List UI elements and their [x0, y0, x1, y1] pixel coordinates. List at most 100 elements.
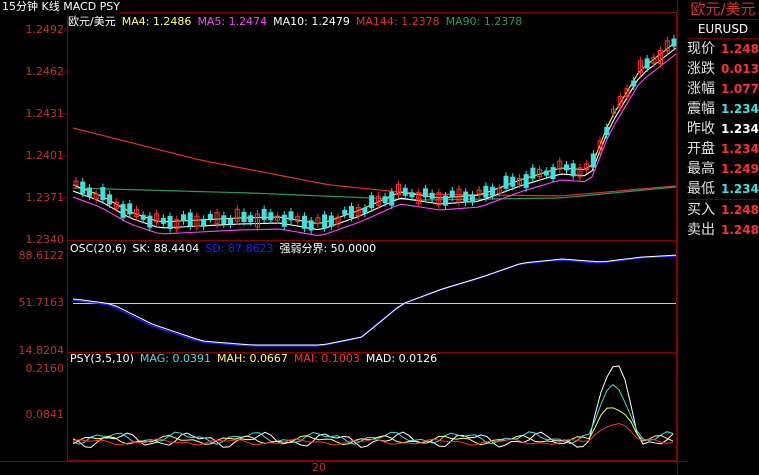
- ma10-line: [72, 47, 677, 231]
- candle-body: [221, 215, 227, 225]
- candle-body: [483, 185, 489, 198]
- candle-body: [100, 187, 106, 201]
- main-y-tick: 1.2492: [25, 23, 65, 36]
- main-ma90: MA90: 1.2378: [445, 15, 523, 28]
- quote-label: 昨收: [687, 121, 715, 137]
- osc-sd: SD: 87.8623: [205, 242, 274, 255]
- quote-row: 最高 1.2498: [687, 159, 759, 179]
- candle-body: [322, 214, 328, 229]
- osc-legend: OSC(20,6) SK: 88.4404 SD: 87.8623 强弱分界: 50.…: [70, 240, 382, 256]
- quote-panel: 欧元/美元 EURUSD 现价 1.2486 涨跌 0.0136 涨幅 1.0772% 震幅…: [687, 0, 759, 475]
- psy-line: [72, 365, 674, 448]
- candle-body: [342, 209, 348, 215]
- candle-body: [490, 186, 496, 196]
- osc-ref: 强弱分界: 50.0000: [279, 242, 377, 255]
- candle-body: [604, 126, 610, 135]
- candle-body: [382, 196, 388, 204]
- main-ma5: MA5: 1.2474: [197, 15, 268, 28]
- osc-y-tick: 88.6122: [18, 249, 65, 262]
- sk-line: [72, 254, 677, 346]
- candle-body: [348, 205, 354, 218]
- main-y-tick: 1.2371: [25, 191, 65, 204]
- candle-body: [187, 212, 193, 227]
- quote-value: 1.2349: [721, 142, 759, 156]
- main-name: 欧元/美元: [68, 15, 116, 28]
- quote-row: 买入 1.2486: [687, 199, 759, 220]
- osc-y-tick: 14.8204: [18, 344, 65, 357]
- candle-body: [429, 192, 435, 199]
- psy-mad: MAD: 0.0126: [365, 352, 438, 365]
- candle-body: [120, 204, 126, 219]
- quote-value: 1.2345%: [721, 102, 759, 116]
- main-y-tick: 1.2340: [25, 233, 65, 246]
- chart-area[interactable]: [0, 0, 687, 475]
- candle-body: [268, 212, 274, 221]
- candle-body: [167, 215, 173, 229]
- quote-row: 涨跌 0.0136: [687, 59, 759, 79]
- chart-title: 15分钟 K线 MACD PSY: [0, 0, 121, 14]
- osc-osc: OSC(20,6): [70, 242, 127, 255]
- candle-body: [369, 195, 375, 209]
- candle-body: [160, 217, 166, 224]
- candle-body: [147, 215, 153, 228]
- candle-body: [530, 167, 536, 179]
- quote-label: 震幅: [687, 101, 715, 117]
- candle-body: [523, 174, 529, 189]
- psy-y-tick: 0.2160: [25, 362, 65, 375]
- quote-title: 欧元/美元: [687, 0, 759, 20]
- candle-body: [140, 214, 146, 220]
- candle-body: [550, 167, 556, 180]
- quote-row: 卖出 1.2488: [687, 220, 759, 240]
- psy-psy: PSY(3,5,10): [70, 352, 134, 365]
- quote-row: 震幅 1.2345%: [687, 99, 759, 119]
- osc-sk: SK: 88.4404: [132, 242, 200, 255]
- psy-mag: MAG: 0.0391: [139, 352, 211, 365]
- main-ma10: MA10: 1.2479: [273, 15, 350, 28]
- sd-line: [72, 255, 677, 347]
- quote-row: 涨幅 1.0772%: [687, 79, 759, 99]
- quote-label: 现价: [687, 41, 715, 57]
- candle-body: [443, 195, 449, 206]
- quote-value: 0.0136: [721, 62, 759, 76]
- candle-body: [510, 176, 516, 187]
- psy-legend: PSY(3,5,10) MAG: 0.0391 MAH: 0.0667 MAI: 0.…: [70, 352, 443, 365]
- quote-label: 涨跌: [687, 61, 715, 77]
- candle-body: [402, 187, 408, 196]
- candle-body: [422, 188, 428, 198]
- candle-body: [207, 213, 213, 219]
- candle-body: [570, 163, 576, 177]
- candle-body: [563, 164, 569, 171]
- candle-body: [261, 208, 267, 220]
- candle-body: [644, 58, 650, 69]
- quote-value: 1.2349: [721, 122, 759, 136]
- candle-body: [590, 153, 596, 168]
- mag-line: [72, 383, 674, 445]
- quote-row: 现价 1.2486: [687, 39, 759, 59]
- candle-body: [127, 203, 133, 215]
- quote-label: 最低: [687, 181, 715, 197]
- x-axis-label: 20: [312, 461, 326, 474]
- candle-body: [463, 191, 469, 203]
- ma4-line: [72, 41, 677, 225]
- candle-body: [362, 207, 368, 214]
- candle-body: [671, 38, 677, 47]
- candle-body: [248, 215, 254, 223]
- main-legend: 欧元/美元 MA4: 1.2486 MA5: 1.2474 MA10: 1.2479 M…: [68, 13, 528, 29]
- candle-body: [449, 190, 455, 198]
- candle-body: [181, 214, 187, 222]
- main-ma4: MA4: 1.2486: [121, 15, 192, 28]
- chart-frame: [67, 12, 677, 461]
- candle-body: [228, 218, 234, 225]
- quote-row: 最低 1.2345: [687, 179, 759, 199]
- quote-value: 1.2486: [721, 42, 759, 56]
- candle-body: [241, 211, 247, 222]
- main-y-tick: 1.2462: [25, 65, 65, 78]
- quote-value: 1.2486: [721, 203, 759, 217]
- quote-label: 开盘: [687, 141, 715, 157]
- quote-row: 昨收 1.2349: [687, 119, 759, 139]
- quote-label: 卖出: [687, 222, 715, 238]
- quote-value: 1.0772%: [721, 82, 759, 96]
- main-ma144: MA144: 1.2378: [355, 15, 440, 28]
- quote-value: 1.2345: [721, 182, 759, 196]
- quote-label: 涨幅: [687, 81, 715, 97]
